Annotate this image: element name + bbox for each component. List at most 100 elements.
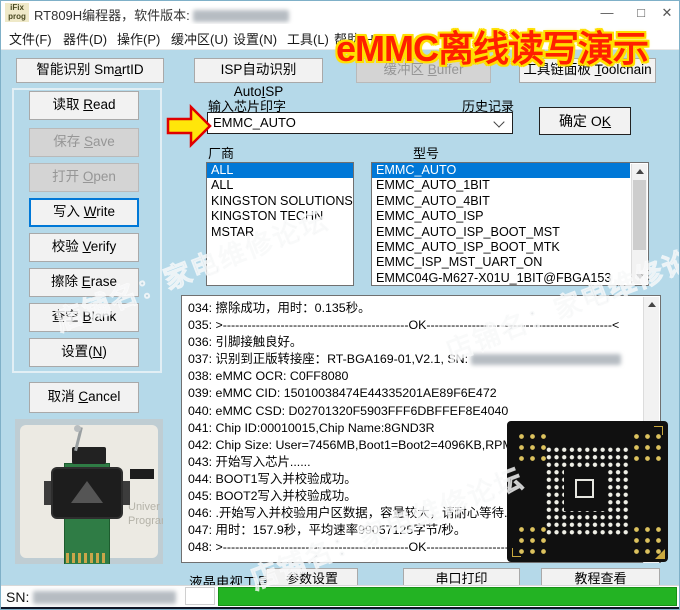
btn-text: rtID [121, 62, 144, 77]
btn-text: 保存 [53, 134, 84, 149]
log-line: 039: eMMC CID: 15010038474E44335201AE89F… [188, 386, 497, 401]
log-line: 035: >----------------------------------… [188, 318, 620, 333]
cancel-button[interactable]: 取消 Cancel [29, 382, 139, 413]
btn-mnemonic: S [83, 134, 93, 149]
list-item[interactable]: EMMC_ISP_MST_UART_ON [372, 255, 630, 270]
list-item[interactable]: EMMC04G-M627-X01U_1BIT@FBGA153 [372, 271, 630, 285]
menu-file[interactable]: 文件(F) [9, 29, 52, 48]
menu-operate[interactable]: 操作(P) [117, 29, 160, 48]
list-item[interactable]: EMMC_AUTO [372, 163, 630, 179]
chevron-down-icon[interactable] [493, 116, 505, 128]
btn-mnemonic: K [601, 113, 612, 129]
menu-tools[interactable]: 工具(L) [287, 29, 329, 48]
btn-text: 读取 [52, 97, 84, 112]
logo-text-top: iFix [10, 3, 24, 12]
verify-button[interactable]: 校验 Verify [29, 233, 139, 262]
btn-text: pen [93, 169, 116, 184]
manufacturer-list[interactable]: ALL ALL KINGSTON SOLUTIONS KINGSTON TECH… [206, 162, 354, 286]
blank-check-button[interactable]: 查空 Blank [29, 303, 139, 332]
btn-text: rite [96, 204, 116, 219]
auto-isp-button[interactable]: ISP自动识别 AutoISP [194, 58, 323, 99]
emmc-chip-photo [507, 421, 668, 562]
btn-text: ave [93, 134, 115, 149]
ext-header [130, 469, 154, 479]
btn-text: 取消 [47, 389, 79, 404]
btn-text: lank [91, 309, 117, 324]
btn-mnemonic: R [83, 97, 93, 112]
scroll-down-icon[interactable] [632, 269, 647, 284]
btn-mnemonic: a [114, 62, 122, 77]
btn-text: 擦除 [50, 274, 82, 289]
list-item[interactable]: ALL [207, 163, 353, 179]
list-item[interactable]: EMMC_AUTO_ISP [372, 209, 630, 224]
log-line: 037: 识别到正版转接座：RT-BGA169-01,V2.1, SN: [188, 351, 638, 368]
redacted-device-sn [33, 591, 176, 604]
chip-center [564, 469, 606, 511]
btn-mnemonic: W [83, 204, 97, 219]
btn-mnemonic: C [78, 389, 89, 404]
window-title-text: RT809H编程器，软件版本: [34, 8, 190, 23]
redacted-version [193, 10, 290, 22]
list-item[interactable]: MSTAR [207, 225, 353, 240]
window-title: RT809H编程器，软件版本: [34, 5, 290, 24]
redacted-adapter-sn [471, 354, 622, 366]
scroll-up-icon[interactable] [632, 164, 647, 179]
menu-device[interactable]: 器件(D) [63, 29, 107, 48]
scroll-up-icon[interactable] [644, 297, 659, 312]
btn-text: 查空 [51, 309, 83, 324]
btn-text: 设置( [61, 344, 93, 359]
list-item[interactable]: EMMC_AUTO_4BIT [372, 194, 630, 209]
open-button: 打开 Open [29, 163, 139, 192]
save-button: 保存 Save [29, 128, 139, 157]
logo-text-bottom: prog [8, 12, 26, 21]
log-line-text: 037: 识别到正版转接座：RT-BGA169-01,V2.1, SN: [188, 352, 469, 367]
pin1-mark [655, 549, 665, 559]
btn-text: rase [90, 274, 118, 289]
list-item[interactable]: EMMC_AUTO_ISP_BOOT_MST [372, 225, 630, 240]
ok-button[interactable]: 确定 OK [539, 107, 631, 135]
combo-value: EMMC_AUTO [213, 115, 296, 130]
chip-name-combobox[interactable]: EMMC_AUTO [207, 112, 513, 134]
chip-corner-mark [512, 548, 521, 557]
model-list-scrollbar[interactable] [631, 164, 647, 284]
list-item[interactable]: ALL [207, 178, 353, 193]
btn-mnemonic: E [81, 274, 91, 289]
btn-mnemonic: O [82, 169, 94, 184]
settings-button[interactable]: 设置(N) [29, 338, 139, 367]
yellow-arrow-icon [166, 103, 212, 149]
list-item[interactable]: EMMC_AUTO_ISP_BOOT_MTK [372, 240, 630, 255]
pcb-edge-pins [66, 553, 108, 563]
socket-clip [121, 481, 130, 505]
btn-text: ISP自动识别 Auto [220, 62, 297, 99]
demo-banner-text: eMMC离线读写演示 [336, 28, 649, 69]
list-item[interactable]: KINGSTON SOLUTIONS [207, 194, 353, 209]
app-logo-icon: iFix prog [5, 3, 29, 22]
model-list[interactable]: EMMC_AUTO EMMC_AUTO_1BIT EMMC_AUTO_4BIT … [371, 162, 649, 286]
scrollbar-thumb[interactable] [633, 180, 646, 250]
progress-bar [218, 587, 677, 606]
write-button[interactable]: 写入 Write [29, 198, 139, 227]
close-button[interactable]: ✕ [653, 3, 679, 22]
menu-buffer[interactable]: 缓冲区(U) [171, 29, 228, 48]
read-button[interactable]: 读取 Read [29, 91, 139, 120]
btn-text: 写入 [52, 204, 84, 219]
btn-text: ead [92, 97, 116, 112]
btn-text: 校验 [51, 239, 83, 254]
sn-label: SN: [6, 589, 30, 605]
rt809h-window: iFix prog RT809H编程器，软件版本: — □ ✕ 文件(F) 器件… [0, 0, 680, 610]
pcb-top-connector [72, 447, 106, 464]
photo-brand-text: Program [128, 515, 163, 527]
btn-mnemonic: V [82, 239, 91, 254]
smart-id-button[interactable]: 智能识别 SmartID [16, 58, 164, 83]
log-line: 040: eMMC CSD: D02701320F5903FFF6DBFFEF8… [188, 403, 509, 418]
programmer-body: Univer Program [20, 425, 163, 564]
log-line: 036: 引脚接触良好。 [188, 335, 303, 350]
list-item[interactable]: EMMC_AUTO_1BIT [372, 178, 630, 193]
btn-text: ancel [88, 389, 121, 404]
bga-socket [53, 469, 121, 517]
chip-die-mark [575, 479, 594, 498]
list-item[interactable]: KINGSTON TECHN [207, 209, 353, 224]
erase-button[interactable]: 擦除 Erase [29, 268, 139, 297]
menu-settings[interactable]: 设置(N) [233, 29, 277, 48]
model-label: 型号 [413, 146, 440, 161]
